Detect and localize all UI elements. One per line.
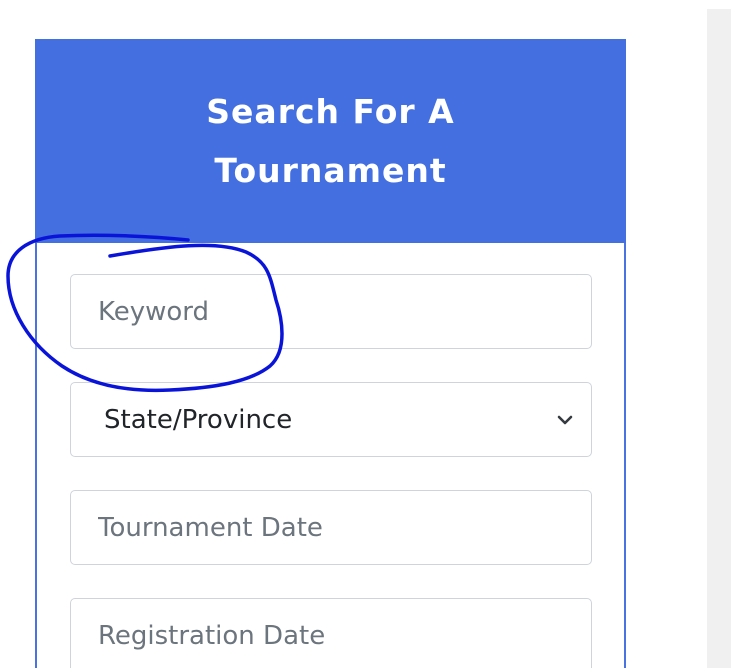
tournament-date-field[interactable] [70, 490, 592, 565]
card-title-line-1: Search For A [206, 92, 455, 131]
sidebar-panel [707, 9, 731, 668]
state-province-select[interactable]: State/Province [70, 382, 592, 457]
chevron-down-icon [557, 415, 573, 424]
registration-date-field[interactable] [70, 598, 592, 668]
keyword-field[interactable] [70, 274, 592, 349]
card-title: Search For A Tournament [181, 82, 481, 200]
keyword-input[interactable] [71, 275, 591, 348]
state-province-value: State/Province [104, 404, 293, 435]
card-title-line-2: Tournament [214, 151, 447, 190]
page: Search For A Tournament State/Province [0, 0, 731, 668]
tournament-date-input[interactable] [71, 491, 591, 564]
search-card-header: Search For A Tournament [35, 39, 626, 243]
registration-date-input[interactable] [71, 599, 591, 668]
